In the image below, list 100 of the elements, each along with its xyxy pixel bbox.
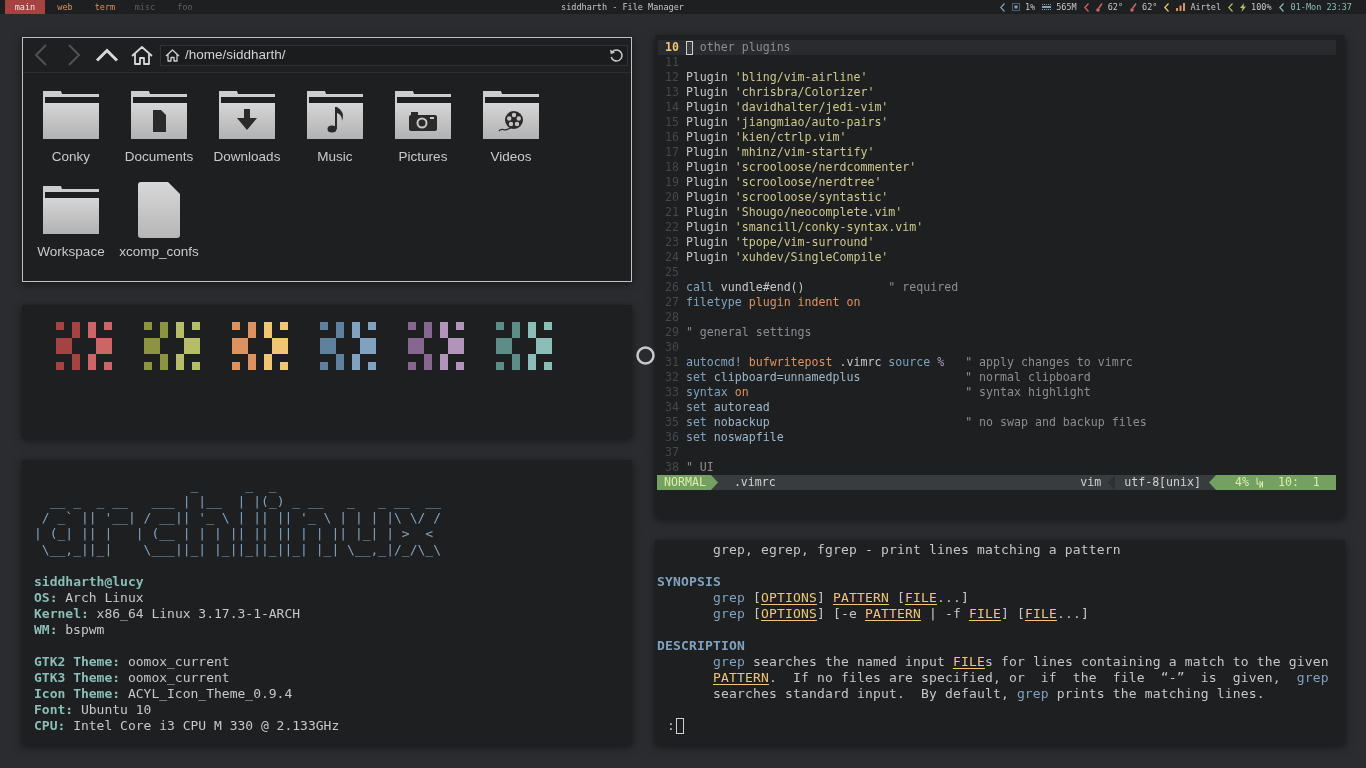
folder-icon [43, 91, 99, 139]
info-value: oomox_current [127, 654, 230, 670]
download-folder-icon [219, 91, 275, 139]
file-encoding: utf-8[unix] [1124, 475, 1201, 490]
battery-percent: 100% [1251, 1, 1272, 14]
film-reel-folder-icon [483, 91, 539, 139]
code-line: call vundle#end() " required [685, 280, 959, 295]
folder-item[interactable]: Documents [115, 86, 203, 165]
man-page-line: grep [OPTIONS] PATTERN [FILE...] [713, 590, 969, 606]
code-line: other plugins [698, 40, 791, 55]
folder-item[interactable]: Pictures [379, 86, 467, 165]
chip-icon [1011, 3, 1020, 11]
memory-usage: 565M [1056, 1, 1077, 14]
file-item[interactable]: xcomp_confs [115, 181, 203, 260]
pager-prompt: : [667, 718, 675, 734]
temperature-reading: 62° [1142, 1, 1158, 14]
code-line: " general settings [685, 325, 812, 340]
code-line: filetype plugin indent on [685, 295, 861, 310]
line-number: 10 [663, 40, 680, 55]
folder-item[interactable]: Music [291, 86, 379, 165]
code-line: Plugin 'scrooloose/nerdtree' [685, 175, 882, 190]
refresh-button[interactable] [607, 46, 625, 64]
code-line: Plugin 'scrooloose/syntastic' [685, 190, 889, 205]
refresh-icon [608, 47, 624, 63]
info-label: Font: [34, 702, 74, 718]
camera-folder-icon [395, 91, 451, 139]
code-line: Plugin 'Shougo/neocomplete.vim' [685, 205, 903, 220]
document-folder-icon [131, 91, 187, 139]
code-line: Plugin 'jiangmiao/auto-pairs' [685, 115, 889, 130]
man-page-line: PATTERN. If no files are specified, or if the file “-” is given, grep [713, 670, 1329, 686]
section-heading: DESCRIPTION [657, 638, 745, 654]
line-symbol-icon [1255, 477, 1263, 488]
cursor-position: 10: 1 [1277, 475, 1320, 490]
text-cursor [676, 718, 684, 734]
workspace-tab[interactable]: term [85, 0, 125, 14]
address-field[interactable]: /home/siddharth/ [160, 44, 628, 66]
scroll-percent: 4% [1235, 475, 1249, 490]
code-line: Plugin 'bling/vim-airline' [685, 70, 868, 85]
lightning-icon [1240, 2, 1247, 12]
temperature-reading: 62° [1107, 1, 1123, 14]
code-line: Plugin 'davidhalter/jedi-vim' [685, 100, 889, 115]
music-folder-icon [307, 91, 363, 139]
home-icon [131, 45, 153, 65]
info-value: Ubuntu 10 [80, 702, 152, 718]
arrow-separator-icon [710, 475, 718, 490]
info-label: Icon Theme: [34, 686, 121, 702]
info-label: WM: [34, 622, 58, 638]
memory-icon [1042, 4, 1052, 10]
code-line: Plugin 'mhinz/vim-startify' [685, 145, 875, 160]
signal-bars-icon [1176, 3, 1186, 11]
man-page-line: searches standard input. By default, grep prints the matching lines. [713, 686, 1265, 702]
info-label: CPU: [34, 718, 66, 734]
folder-item[interactable]: Workspace [27, 181, 115, 260]
section-heading: SYNOPSIS [657, 574, 721, 590]
code-line: " UI [685, 460, 714, 475]
thermometer-icon [1095, 2, 1103, 12]
folder-item[interactable]: Conky [27, 86, 115, 165]
info-value: Arch Linux [65, 590, 144, 606]
folder-icon [43, 186, 99, 234]
file-icon [138, 182, 180, 238]
code-line: Plugin 'smancill/conky-syntax.vim' [685, 220, 924, 235]
window-title: siddharth - File Manager [561, 1, 684, 14]
code-line: set nobackup " no swap and backup files [685, 415, 1147, 430]
info-value: Intel Core i3 CPU M 330 @ 2.133GHz [73, 718, 340, 734]
man-page-line: grep searches the named input FILEs for lines containing a match to the given [713, 654, 1329, 670]
workspace-tab[interactable]: web [45, 0, 85, 14]
info-value: x86_64 Linux 3.17.3-1-ARCH [96, 606, 301, 622]
code-line: syntax on " syntax highlight [685, 385, 1091, 400]
workspace-tab[interactable]: main [5, 0, 45, 14]
folder-item[interactable]: Videos [467, 86, 555, 165]
code-line: Plugin 'tpope/vim-surround' [685, 235, 875, 250]
thermometer-icon [1130, 2, 1137, 12]
code-line: set noswapfile [685, 430, 784, 445]
cpu-usage: 1% [1024, 1, 1036, 14]
man-page-line: grep, egrep, fgrep - print lines matching a pattern [713, 542, 1121, 558]
home-icon [165, 48, 180, 62]
user-host: siddharth@lucy [34, 574, 144, 590]
info-value: bspwm [65, 622, 105, 638]
file-type: vim [1080, 475, 1102, 490]
info-value: oomox_current [127, 670, 230, 686]
code-line: autocmd! bufwritepost .vimrc source % " apply changes to vimrc [685, 355, 1133, 370]
date-time: 01-Mon 23:37 [1290, 1, 1352, 14]
code-line: set clipboard=unnamedplus " normal clipboard [685, 370, 1091, 385]
info-label: OS: [34, 590, 58, 606]
code-line: set autoread [685, 400, 770, 415]
code-line: Plugin 'chrisbra/Colorizer' [685, 85, 875, 100]
code-line: Plugin 'kien/ctrlp.vim' [685, 130, 847, 145]
code-line: Plugin 'xuhdev/SingleCompile' [685, 250, 889, 265]
info-label: GTK2 Theme: [34, 654, 121, 670]
ring-cursor-icon [636, 346, 655, 365]
ascii-art-logo: _ _ _ __ _ _ __ ___ | |__ | |(_) _ __ _ _ __ __ / _` || '__| / __|| '_ \ | || || '_ \ | | | |\ \/ / | (_| || | | (__ | | | || || || | | || |_| | > < \__,_||_| \___||_| |_||_||_||_| |_| \__,_|/_/\_\ [34, 478, 441, 558]
man-page-line: grep [OPTIONS] [-e PATTERN | -f FILE] [FILE...] [713, 606, 1089, 622]
info-value: ACYL_Icon_Theme_0.9.4 [127, 686, 293, 702]
folder-item[interactable]: Downloads [203, 86, 291, 165]
info-label: GTK3 Theme: [34, 670, 121, 686]
file-name: .vimrc [733, 475, 776, 490]
arrow-separator-icon [1108, 475, 1116, 490]
network-name: Airtel [1190, 1, 1222, 14]
code-line: Plugin 'scrooloose/nerdcommenter' [685, 160, 917, 175]
info-label: Kernel: [34, 606, 89, 622]
